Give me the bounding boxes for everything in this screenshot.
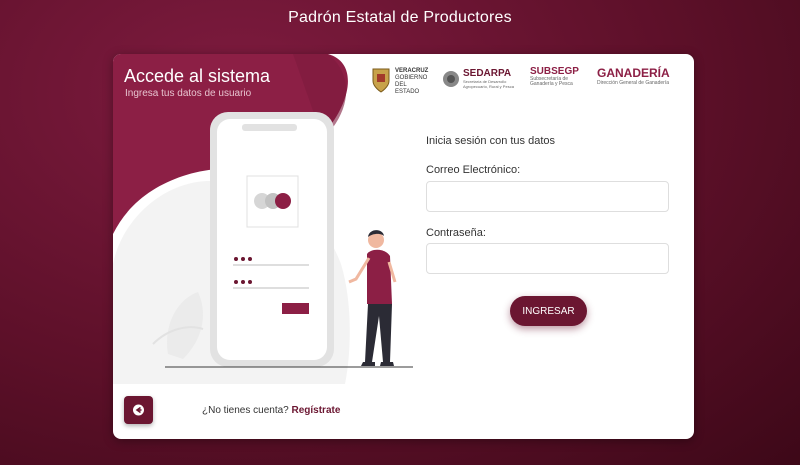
password-field[interactable] xyxy=(426,243,669,274)
login-button[interactable]: INGRESAR xyxy=(510,296,587,326)
register-link[interactable]: Regístrate xyxy=(292,405,341,416)
sedarpa-emblem-icon xyxy=(443,71,459,87)
email-field[interactable] xyxy=(426,181,669,212)
login-card: Accede al sistema Ingresa tus datos de u… xyxy=(113,54,694,439)
ganaderia-logo: GANADERÍA Dirección General de Ganadería xyxy=(597,66,670,86)
sedarpa-logo: SEDARPA Secretaría de Desarrollo Agropec… xyxy=(442,66,517,94)
email-label: Correo Electrónico: xyxy=(426,164,521,176)
veracruz-shield-icon xyxy=(372,68,390,93)
page-title: Padrón Estatal de Productores xyxy=(288,9,512,26)
login-intro: Inicia sesión con tus datos xyxy=(426,135,556,147)
arrow-left-circle-icon xyxy=(133,404,144,416)
back-button[interactable] xyxy=(124,396,153,424)
veracruz-logo: VERACRUZ GOBIERNO DEL ESTADO xyxy=(370,66,430,95)
institution-logos: VERACRUZ GOBIERNO DEL ESTADO SEDARPA Sec… xyxy=(370,66,690,95)
subsegp-logo: SUBSEGP Subsecretaría de Ganadería y Pes… xyxy=(530,66,579,87)
register-prompt-text: ¿No tienes cuenta? xyxy=(202,405,289,416)
card-title: Accede al sistema xyxy=(124,66,271,86)
card-subtitle: Ingresa tus datos de usuario xyxy=(125,88,252,99)
register-prompt: ¿No tienes cuenta? Regístrate xyxy=(202,405,340,416)
password-label: Contraseña: xyxy=(426,227,486,239)
